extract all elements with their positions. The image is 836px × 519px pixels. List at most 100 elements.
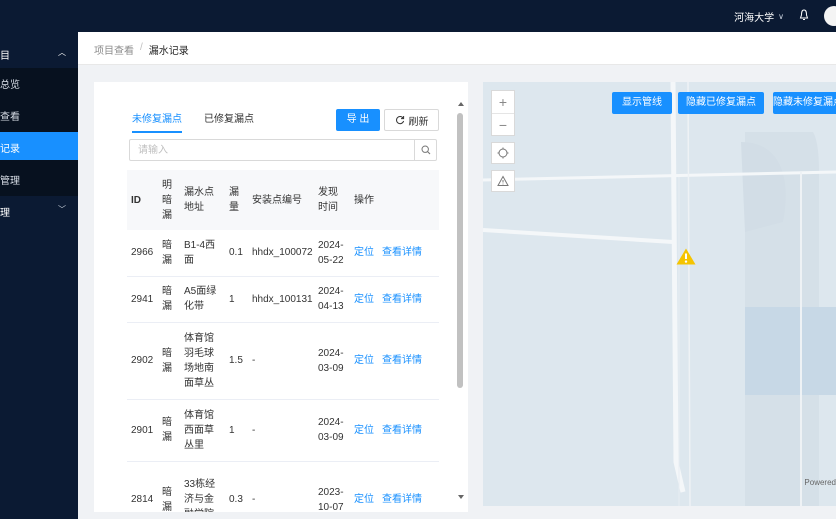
refresh-button[interactable]: 刷新 — [384, 109, 439, 131]
leak-list-panel: 未修复漏点 已修复漏点 导 出 刷新 ID 明暗漏 漏水点地址 漏量 — [94, 82, 468, 519]
sidebar-item-records[interactable]: 记录 — [0, 132, 78, 160]
cell-id: 2901 — [127, 399, 158, 462]
col-header-ops: 操作 — [350, 170, 439, 230]
bell-icon[interactable] — [799, 8, 809, 22]
export-button[interactable]: 导 出 — [336, 109, 380, 131]
tab-unrepaired[interactable]: 未修复漏点 — [132, 110, 182, 133]
cell-date: 2024-03-09 — [314, 399, 350, 462]
search-box — [129, 139, 437, 161]
table-row: 2941 暗漏 A5面绿化带 1 hhdx_100131 2024-04-13 … — [127, 276, 439, 323]
sidebar-item-label: 总览 — [0, 80, 20, 91]
powered-by-label: Powered — [804, 478, 836, 487]
show-pipes-button[interactable]: 显示管线 — [612, 92, 672, 114]
cell-address: B1-4西面 — [180, 230, 225, 277]
detail-link[interactable]: 查看详情 — [382, 425, 422, 436]
hide-repaired-button[interactable]: 隐藏已修复漏点 — [678, 92, 764, 114]
cell-amount: 1 — [225, 276, 248, 323]
cell-device: - — [248, 399, 314, 462]
cell-ops: 定位 查看详情 — [350, 322, 439, 400]
cell-device: - — [248, 322, 314, 400]
locate-me-button[interactable] — [491, 142, 515, 164]
cell-id: 2902 — [127, 322, 158, 400]
cell-amount: 1.5 — [225, 322, 248, 400]
col-header-id: ID — [127, 170, 158, 230]
cell-address: 体育馆西面草丛里 — [180, 399, 225, 462]
sidebar-item-view[interactable]: 查看 — [0, 100, 78, 128]
table-header-row: ID 明暗漏 漏水点地址 漏量 安装点编号 发现时间 操作 — [127, 170, 439, 230]
detail-link[interactable]: 查看详情 — [382, 294, 422, 305]
breadcrumb-parent[interactable]: 项目查看 — [94, 42, 134, 57]
col-header-amount: 漏量 — [225, 170, 248, 230]
cell-address: 33栋经济与金融学院 — [180, 461, 225, 519]
hide-unrepaired-button[interactable]: 隐藏未修复漏点 — [773, 92, 836, 114]
map-view[interactable]: + − 显示管线 隐藏已修复漏点 隐藏未修复漏点 Powered — [483, 82, 836, 506]
breadcrumb: 项目查看 / 漏水记录 — [94, 42, 189, 57]
cell-id: 2941 — [127, 276, 158, 323]
cell-device: hhdx_100131 — [248, 276, 314, 323]
cell-type: 暗漏 — [158, 230, 180, 277]
cell-date: 2024-05-22 — [314, 230, 350, 277]
cell-id: 2814 — [127, 461, 158, 519]
sidebar-submenu: 总览 查看 记录 管理 — [0, 68, 78, 196]
cell-address: A5面绿化带 — [180, 276, 225, 323]
chevron-up-icon: ︿ — [58, 48, 66, 57]
school-selector[interactable]: 河海大学 ∨ — [734, 9, 784, 24]
scroll-up-arrow[interactable] — [457, 100, 465, 108]
cell-amount: 0.3 — [225, 461, 248, 519]
scroll-down-arrow[interactable] — [457, 493, 465, 501]
leak-warning-icon[interactable] — [676, 248, 696, 265]
map-canvas — [483, 82, 836, 506]
detail-link[interactable]: 查看详情 — [382, 494, 422, 505]
cell-type: 暗漏 — [158, 461, 180, 519]
chevron-down-icon: ∨ — [778, 12, 784, 21]
cell-type: 暗漏 — [158, 322, 180, 400]
refresh-label: 刷新 — [408, 116, 429, 128]
page-bottom — [78, 512, 836, 519]
locate-link[interactable]: 定位 — [354, 294, 374, 305]
sidebar-group-project[interactable]: 目 ︿ — [0, 38, 78, 68]
breadcrumb-bar: 项目查看 / 漏水记录 — [78, 32, 836, 65]
sidebar-item-manage[interactable]: 管理 — [0, 164, 78, 192]
search-button[interactable] — [414, 140, 436, 160]
cell-ops: 定位 查看详情 — [350, 230, 439, 277]
locate-link[interactable]: 定位 — [354, 425, 374, 436]
breadcrumb-current: 漏水记录 — [148, 46, 189, 57]
school-name: 河海大学 — [734, 13, 775, 24]
search-input[interactable] — [130, 140, 414, 160]
sidebar-item-label: 记录 — [0, 144, 20, 155]
alert-layer-button[interactable] — [491, 170, 515, 192]
chevron-down-icon: ﹀ — [58, 205, 66, 214]
table-row: 2901 暗漏 体育馆西面草丛里 1 - 2024-03-09 定位 查看详情 — [127, 399, 439, 462]
avatar[interactable] — [824, 6, 836, 26]
cell-ops: 定位 查看详情 — [350, 399, 439, 462]
detail-link[interactable]: 查看详情 — [382, 355, 422, 366]
breadcrumb-separator: / — [140, 42, 143, 53]
tab-repaired[interactable]: 已修复漏点 — [204, 110, 254, 133]
col-header-device: 安装点编号 — [248, 170, 314, 230]
col-header-address: 漏水点地址 — [180, 170, 225, 230]
tabs: 未修复漏点 已修复漏点 — [132, 110, 254, 133]
cell-date: 2024-04-13 — [314, 276, 350, 323]
locate-link[interactable]: 定位 — [354, 494, 374, 505]
warning-outline-icon — [497, 175, 509, 186]
locate-link[interactable]: 定位 — [354, 355, 374, 366]
zoom-in-button[interactable]: + — [492, 91, 514, 113]
table-row: 2966 暗漏 B1-4西面 0.1 hhdx_100072 2024-05-2… — [127, 230, 439, 277]
cell-type: 暗漏 — [158, 399, 180, 462]
sidebar-item-label: 管理 — [0, 176, 20, 187]
scrollbar-thumb[interactable] — [457, 113, 463, 388]
zoom-control: + − — [491, 90, 515, 136]
sidebar-item-label: 查看 — [0, 112, 20, 123]
cell-device: - — [248, 461, 314, 519]
zoom-out-button[interactable]: − — [492, 113, 514, 135]
sidebar-group-manage[interactable]: 理 ﹀ — [0, 196, 78, 226]
col-header-type: 明暗漏 — [158, 170, 180, 230]
cell-amount: 0.1 — [225, 230, 248, 277]
leak-table: ID 明暗漏 漏水点地址 漏量 安装点编号 发现时间 操作 2966 暗漏 B1… — [127, 170, 439, 519]
cell-date: 2023-10-07 — [314, 461, 350, 519]
sidebar-item-overview[interactable]: 总览 — [0, 68, 78, 96]
cell-device: hhdx_100072 — [248, 230, 314, 277]
detail-link[interactable]: 查看详情 — [382, 247, 422, 258]
cell-id: 2966 — [127, 230, 158, 277]
locate-link[interactable]: 定位 — [354, 247, 374, 258]
